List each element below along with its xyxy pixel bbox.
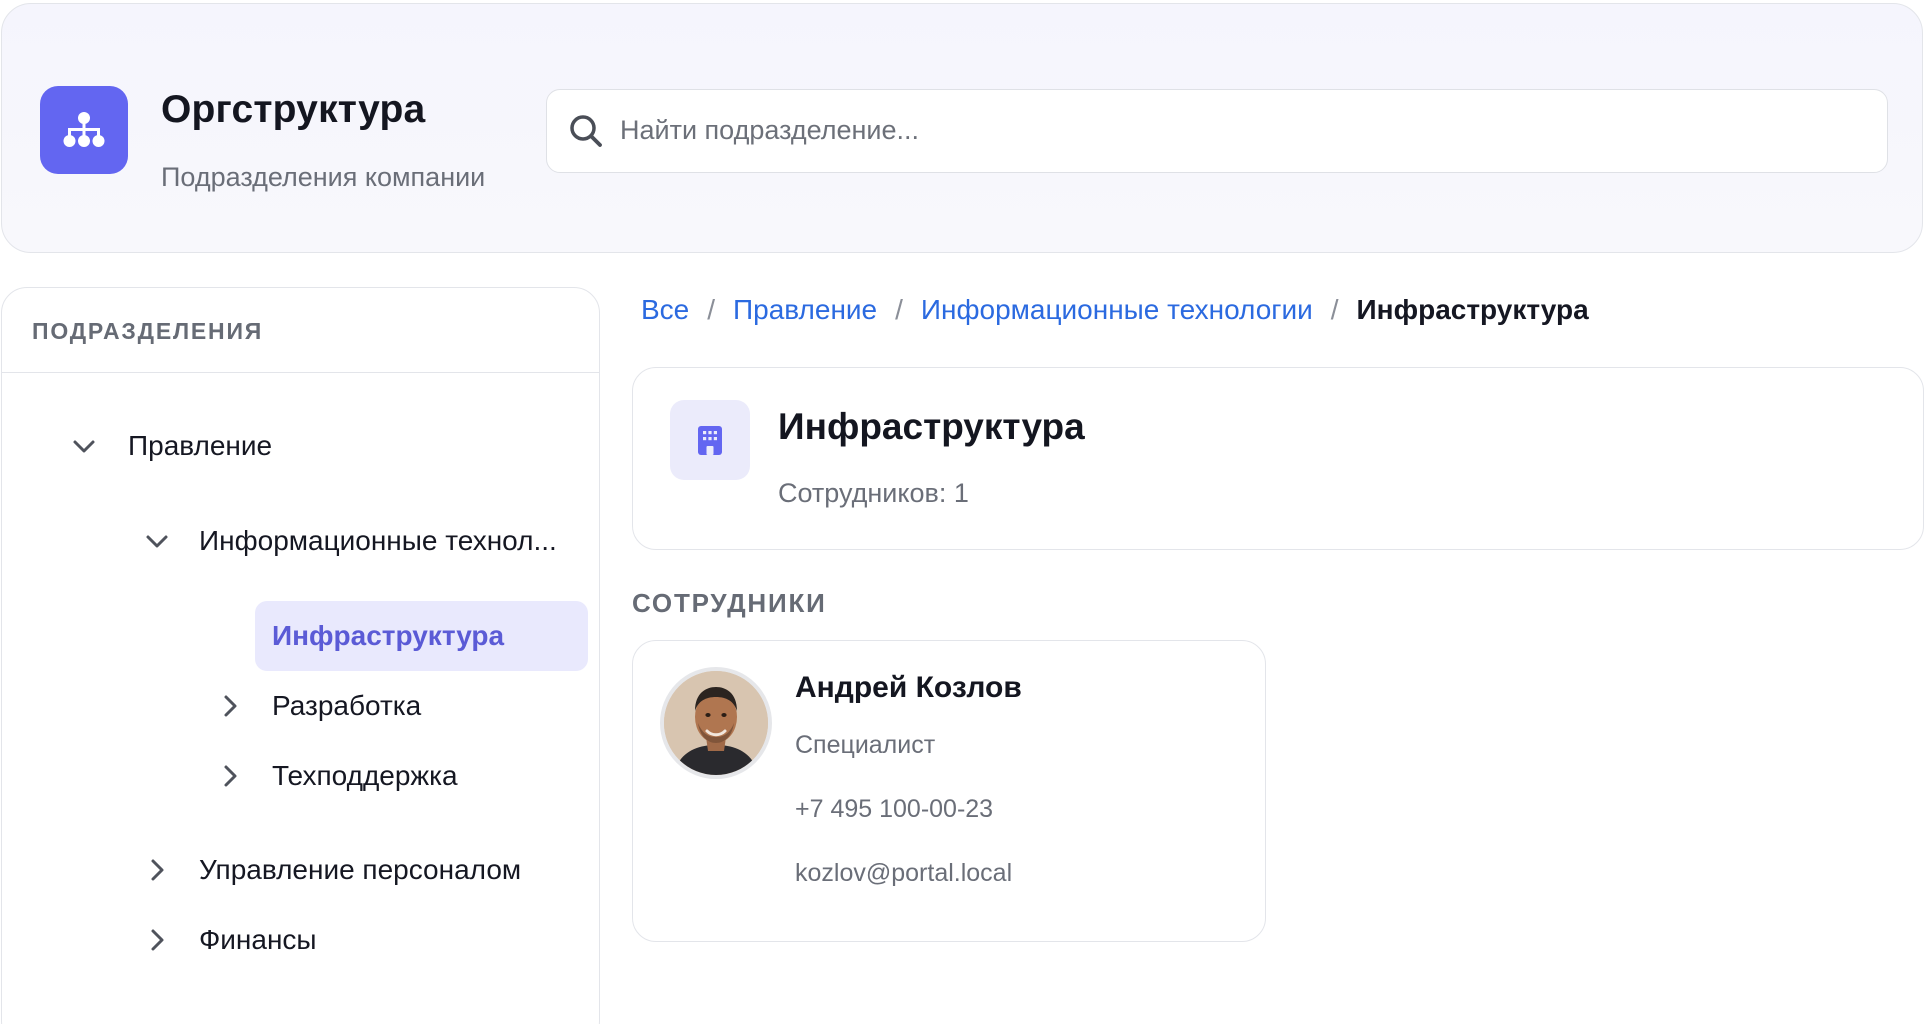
org-chart-icon — [40, 86, 128, 174]
chevron-right-icon[interactable] — [212, 688, 248, 724]
search-box[interactable] — [546, 89, 1888, 173]
breadcrumb-link-all[interactable]: Все — [641, 294, 689, 326]
tree-item-label: Инфраструктура — [272, 620, 505, 651]
breadcrumb-link-board[interactable]: Правление — [733, 294, 877, 326]
breadcrumb-separator: / — [895, 294, 903, 325]
search-input[interactable] — [620, 90, 1860, 171]
chevron-right-icon[interactable] — [212, 758, 248, 794]
tree-item-support[interactable]: Техподдержка — [212, 741, 458, 811]
chevron-down-icon[interactable] — [139, 523, 175, 559]
department-employee-count: Сотрудников: 1 — [778, 478, 969, 508]
tree-item-development[interactable]: Разработка — [212, 671, 421, 741]
employees-heading: СОТРУДНИКИ — [632, 588, 827, 618]
app-title: Оргструктура — [161, 88, 426, 131]
search-icon — [570, 115, 602, 147]
employee-name: Андрей Козлов — [795, 671, 1022, 704]
employee-role: Специалист — [795, 731, 936, 759]
employee-email[interactable]: kozlov@portal.local — [795, 859, 1012, 888]
breadcrumb: Все / Правление / Информационные техноло… — [641, 290, 1589, 330]
tree-item-label: Финансы — [199, 924, 317, 955]
breadcrumb-separator: / — [1330, 294, 1339, 325]
breadcrumb-separator: / — [707, 294, 716, 325]
employee-card[interactable]: Андрей Козлов Специалист +7 495 100-00-2… — [632, 640, 1266, 942]
tree-item-finance[interactable]: Финансы — [139, 905, 317, 975]
app-subtitle: Подразделения компании — [161, 162, 486, 192]
breadcrumb-link-it[interactable]: Информационные технологии — [921, 294, 1313, 326]
chevron-down-icon[interactable] — [66, 428, 102, 464]
avatar — [660, 667, 772, 779]
department-title: Инфраструктура — [778, 406, 1085, 447]
sidebar-divider — [2, 372, 599, 373]
tree-item-label: Правление — [128, 430, 273, 461]
chevron-right-icon[interactable] — [139, 922, 175, 958]
sidebar-heading: ПОДРАЗДЕЛЕНИЯ — [32, 318, 264, 344]
tree-item-label: Информационные технол... — [199, 525, 557, 556]
app-header: Оргструктура Подразделения компании — [1, 3, 1923, 253]
tree-item-label: Разработка — [272, 690, 422, 721]
tree-item-it[interactable]: Информационные технол... — [139, 506, 557, 576]
tree-item-infrastructure[interactable]: Инфраструктура — [255, 601, 588, 671]
tree-item-board[interactable]: Правление — [66, 411, 272, 481]
building-icon — [670, 400, 750, 480]
tree-item-label: Управление персоналом — [199, 854, 522, 885]
sidebar: ПОДРАЗДЕЛЕНИЯ Правление Информационные т… — [1, 287, 600, 1024]
department-card: Инфраструктура Сотрудников: 1 — [632, 367, 1924, 550]
employee-phone[interactable]: +7 495 100-00-23 — [795, 795, 993, 824]
chevron-right-icon[interactable] — [139, 852, 175, 888]
tree-item-label: Техподдержка — [272, 760, 458, 791]
breadcrumb-current: Инфраструктура — [1356, 294, 1589, 325]
tree-item-hr[interactable]: Управление персоналом — [139, 835, 521, 905]
